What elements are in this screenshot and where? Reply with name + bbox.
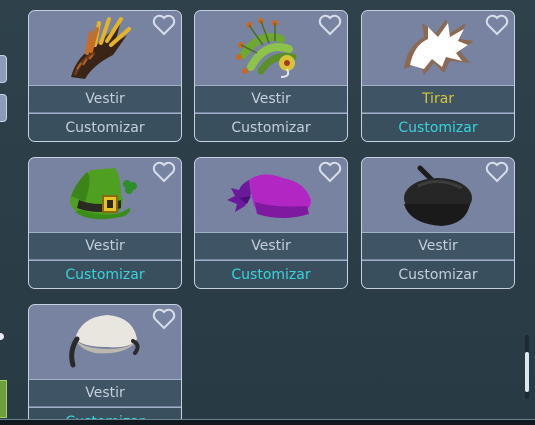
customize-button[interactable]: Customizar xyxy=(362,260,514,288)
side-tab-1[interactable] xyxy=(0,55,7,83)
item-card: Vestir Customizar xyxy=(194,10,348,142)
heart-outline-icon[interactable] xyxy=(152,14,176,36)
wear-button[interactable]: Vestir xyxy=(195,85,347,112)
heart-outline-icon[interactable] xyxy=(152,308,176,330)
heart-outline-icon[interactable] xyxy=(485,14,509,36)
customize-button[interactable]: Customizar xyxy=(29,113,181,141)
item-card: Vestir Customizar xyxy=(28,304,182,419)
side-indicator xyxy=(0,333,4,340)
wear-button[interactable]: Vestir xyxy=(29,379,181,406)
heart-outline-icon[interactable] xyxy=(318,161,342,183)
item-card: Vestir Customizar xyxy=(194,157,348,289)
side-tab-2[interactable] xyxy=(0,94,7,122)
customize-button[interactable]: Customizar xyxy=(29,407,181,419)
customize-button[interactable]: Customizar xyxy=(195,113,347,141)
wear-button[interactable]: Vestir xyxy=(362,232,514,259)
customize-button[interactable]: Customizar xyxy=(362,113,514,141)
customize-button[interactable]: Customizar xyxy=(29,260,181,288)
wear-button[interactable]: Vestir xyxy=(195,232,347,259)
remove-button[interactable]: Tirar xyxy=(362,85,514,112)
item-card: Tirar Customizar xyxy=(361,10,515,142)
scrollbar-thumb[interactable] xyxy=(525,352,529,392)
item-card: Vestir Customizar xyxy=(361,157,515,289)
items-grid: Vestir Customizar Vestir Customizar Tira… xyxy=(0,0,535,419)
customize-button[interactable]: Customizar xyxy=(195,260,347,288)
side-panel-edge xyxy=(0,380,7,418)
wear-button[interactable]: Vestir xyxy=(29,232,181,259)
item-card: Vestir Customizar xyxy=(28,10,182,142)
heart-outline-icon[interactable] xyxy=(318,14,342,36)
item-card: Vestir Customizar xyxy=(28,157,182,289)
bottom-frame xyxy=(0,419,535,425)
heart-outline-icon[interactable] xyxy=(152,161,176,183)
heart-outline-icon[interactable] xyxy=(485,161,509,183)
wear-button[interactable]: Vestir xyxy=(29,85,181,112)
